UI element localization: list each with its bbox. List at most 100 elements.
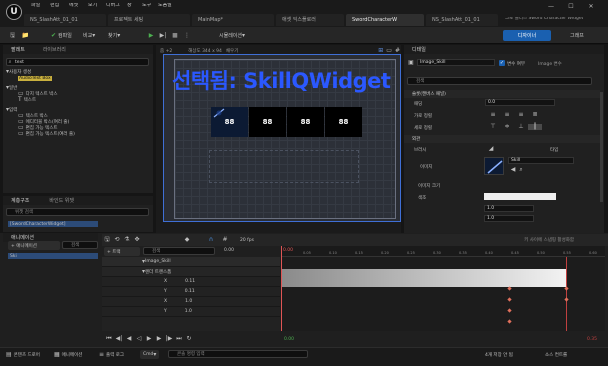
track-row[interactable]: X 0.11 (102, 277, 280, 287)
skill-slot-4[interactable]: 88 (325, 107, 362, 137)
track-value[interactable]: 0.11 (185, 289, 195, 294)
transform-icon[interactable]: ✥ (132, 237, 142, 243)
close-icon[interactable]: ✕ (586, 3, 596, 11)
widget-canvas[interactable]: 선택됨: SkillQWidget 88 88 88 88 (163, 54, 401, 222)
time-ruler[interactable]: 0.00 0.05 0.10 0.15 0.20 0.25 0.30 0.35 … (281, 246, 605, 257)
keyframe[interactable] (507, 319, 512, 324)
tint-color-swatch[interactable] (484, 193, 556, 200)
skill-slot-3[interactable]: 88 (287, 107, 324, 137)
palette-search-input[interactable]: text (6, 58, 149, 66)
keyframe[interactable] (564, 286, 569, 291)
keyframe-area[interactable] (281, 257, 605, 331)
debug-filter-dropdown[interactable]: 시뮬레이션 ▾ (216, 30, 248, 41)
loop-icon[interactable]: ↻ (184, 336, 194, 342)
brush-type-dropdown[interactable]: 타입 (550, 147, 558, 153)
keyframe[interactable] (507, 297, 512, 302)
image-thumbnail[interactable] (484, 157, 504, 175)
details-search-input[interactable]: 검색 (407, 77, 592, 85)
save-icon[interactable]: 🖫 (102, 237, 112, 243)
track-value[interactable]: 1.0 (185, 309, 192, 314)
graph-button[interactable]: 그래프 (567, 30, 587, 41)
next-key-icon[interactable]: |▶ (164, 336, 174, 342)
tab-ns-slash-1[interactable]: NS_SlashAtt_01_01 (24, 14, 106, 26)
track-row[interactable]: Y 0.11 (102, 287, 280, 297)
console-input[interactable]: 콘솔 명령 입력 (168, 350, 308, 358)
align-center-icon[interactable]: ≡ (500, 112, 514, 118)
align-bottom-icon[interactable]: ⊥ (514, 124, 528, 130)
library-tab[interactable]: 라이브러리 (43, 46, 66, 53)
section-slot[interactable]: 슬롯(캔버스 패널) (404, 90, 600, 98)
section-bar[interactable] (281, 269, 566, 287)
maximize-icon[interactable]: ☐ (566, 3, 576, 11)
padding-input[interactable]: 0.0 (485, 99, 555, 106)
track-row[interactable]: ▾ Image_Skill (102, 257, 280, 267)
find-button[interactable]: 찾기 ▾ (105, 30, 123, 41)
play-options-icon[interactable]: ⋮ (182, 30, 192, 41)
ruler-icon[interactable]: ▭ (386, 47, 392, 54)
align-left-icon[interactable]: ≡ (486, 112, 500, 118)
menu-view[interactable]: 보기 (88, 3, 97, 11)
align-top-icon[interactable]: ⊤ (486, 124, 500, 130)
minimize-icon[interactable]: — (546, 3, 556, 11)
hierarchy-search-input[interactable]: 위젯 검색 (6, 208, 149, 216)
output-log-button[interactable]: ≡ 출력 로그 (99, 351, 124, 359)
dpi-scale-icon[interactable]: ⊞ (378, 47, 383, 54)
source-control-button[interactable]: 소스 컨트롤 (545, 351, 567, 359)
palette-item[interactable]: ▭ 편집 가능 텍스트(여러 줄) (6, 131, 152, 138)
tint-r-input[interactable]: 1.0 (484, 205, 534, 212)
diff-button[interactable]: 비교 ▾ (80, 30, 98, 41)
play-reverse-icon[interactable]: ◁ (134, 336, 144, 342)
align-fill-icon[interactable]: ≣ (528, 112, 542, 118)
align-middle-icon[interactable]: ≑ (500, 124, 514, 130)
filter-icon[interactable]: ⚗ (122, 237, 132, 243)
tab-sword-character-widget[interactable]: SwordCharacterW (346, 14, 424, 26)
prev-key-icon[interactable]: ◀| (114, 336, 124, 342)
stop-icon[interactable]: ■ (170, 30, 180, 41)
next-frame-icon[interactable]: ▶ (154, 336, 164, 342)
range-start-label[interactable]: 0.00 (284, 337, 294, 342)
tint-g-input[interactable]: 1.0 (484, 215, 534, 222)
keyframe[interactable] (564, 297, 569, 302)
tab-project-settings[interactable]: 프로젝트 세팅 (108, 14, 190, 26)
menu-asset[interactable]: 에셋 (69, 3, 78, 11)
bind-widget-tab[interactable]: 바인드 위젯 (49, 197, 74, 204)
range-end-label[interactable]: 0.35 (587, 337, 597, 342)
jump-start-icon[interactable]: ⏮ (104, 336, 114, 342)
grid-icon[interactable]: # (395, 47, 400, 54)
hierarchy-root-item[interactable]: [SwordCharacterWidget] (8, 221, 98, 227)
tab-main-map[interactable]: MainMap* (192, 14, 274, 26)
track-value[interactable]: 0.11 (185, 279, 195, 284)
current-frame-label[interactable]: 0.00 (224, 248, 234, 253)
v-align-buttons[interactable]: ⊤ ≑ ⊥ ║ (486, 123, 546, 131)
track-search-input[interactable]: 검색 (143, 247, 215, 255)
fps-label[interactable]: 20 fps (240, 238, 254, 243)
add-track-button[interactable]: + 트랙 (104, 247, 140, 256)
jump-end-icon[interactable]: ⏭ (174, 336, 184, 342)
animation-search-input[interactable]: 검색 (62, 241, 98, 249)
track-value[interactable]: 1.0 (185, 299, 192, 304)
play-icon[interactable]: ▶ (146, 30, 156, 41)
palette-item[interactable]: T 텍스트 (6, 97, 152, 104)
details-scrollbar[interactable] (600, 92, 603, 202)
playhead-line[interactable] (281, 246, 282, 257)
history-icon[interactable]: ⟲ (112, 237, 122, 243)
menu-help[interactable]: 도움말 (158, 3, 172, 11)
animation-status-button[interactable]: ▦ 애니메이션 (54, 351, 82, 359)
prev-frame-icon[interactable]: ◀ (124, 336, 134, 342)
keyframe[interactable] (507, 286, 512, 291)
h-align-buttons[interactable]: ≡ ≡ ≡ ≣ (486, 111, 546, 119)
keyframe-icon[interactable]: ◆ (182, 237, 192, 243)
browse-asset-icon[interactable]: ◀ (510, 167, 516, 173)
image-asset-dropdown[interactable]: Skill (508, 157, 574, 164)
animation-list-item[interactable]: Ski (8, 253, 98, 259)
track-row[interactable]: ▾ 렌더 트랜스폼 (102, 267, 280, 277)
keyframe[interactable] (507, 308, 512, 313)
menu-debug[interactable]: 디버그 (106, 3, 120, 11)
content-drawer-button[interactable]: ▤ 콘텐츠 드로어 (6, 351, 40, 359)
section-appearance[interactable]: 외관 (404, 135, 600, 143)
tab-asset-explorer[interactable]: 애셋 익스플로러 (276, 14, 344, 26)
snap-icon[interactable]: ∩ (206, 237, 216, 243)
align-vfill-icon[interactable]: ║ (528, 124, 542, 130)
unsaved-indicator[interactable]: 4개 저장 안 됨 (485, 351, 513, 359)
add-animation-button[interactable]: + 애니메이션 (8, 241, 60, 250)
